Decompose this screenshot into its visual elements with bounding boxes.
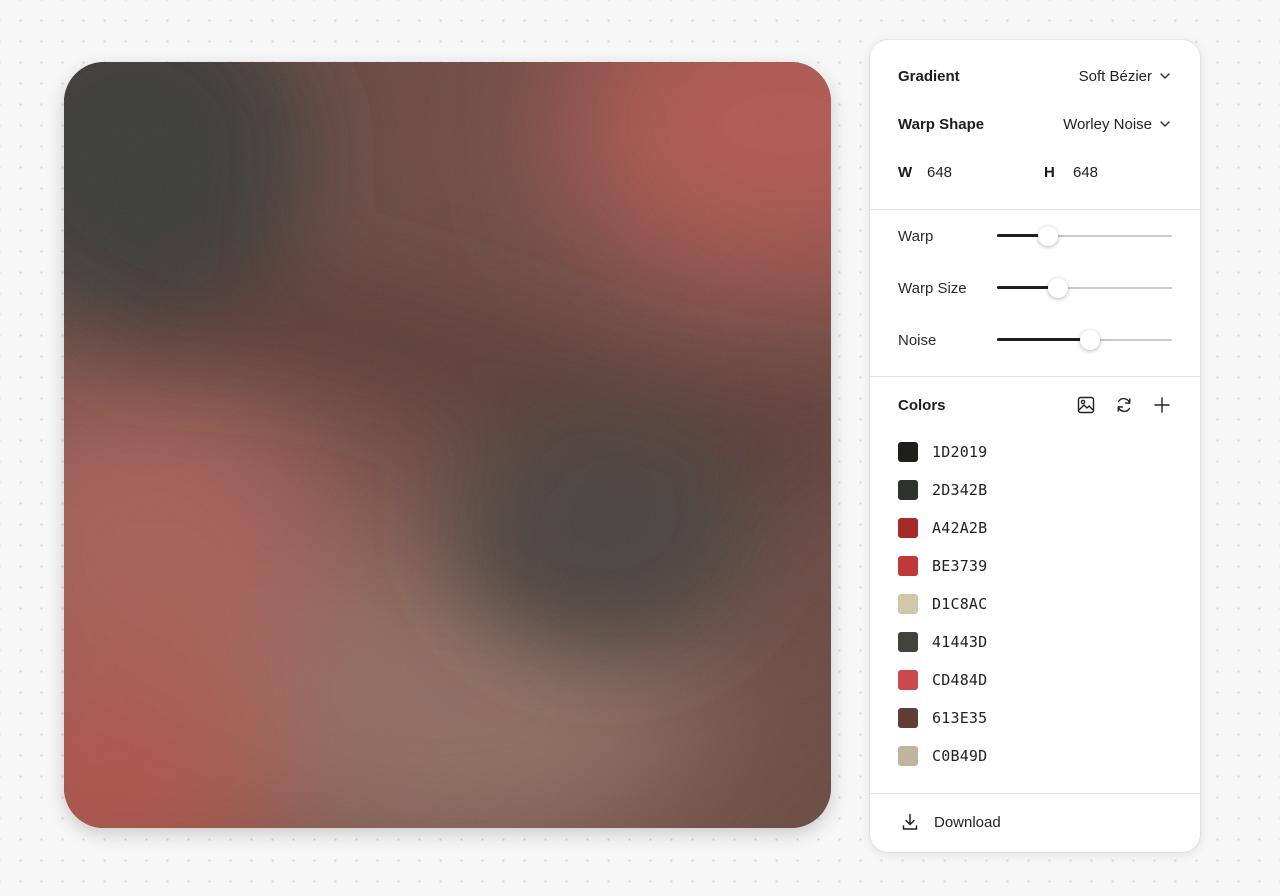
color-hex[interactable]: C0B49D — [932, 747, 987, 765]
color-hex[interactable]: 1D2019 — [932, 443, 987, 461]
width-field: W — [898, 163, 1007, 181]
color-swatch[interactable] — [898, 480, 918, 500]
noise-label: Noise — [898, 331, 937, 349]
color-item[interactable]: D1C8AC — [898, 594, 987, 614]
warp-shape-row: Warp Shape Worley Noise — [898, 114, 1172, 134]
color-swatch[interactable] — [898, 442, 918, 462]
slider-thumb[interactable] — [1079, 330, 1100, 350]
color-item[interactable]: BE3739 — [898, 556, 987, 576]
warp-shape-select[interactable]: Worley Noise — [1063, 116, 1172, 133]
width-input[interactable] — [927, 163, 1007, 181]
color-item[interactable]: 613E35 — [898, 708, 987, 728]
color-hex[interactable]: 613E35 — [932, 709, 987, 727]
height-input[interactable] — [1073, 163, 1153, 181]
warp-size-slider[interactable] — [997, 278, 1172, 298]
color-item[interactable]: C0B49D — [898, 746, 987, 766]
download-button[interactable]: Download — [902, 813, 1001, 831]
refresh-icon[interactable] — [1114, 395, 1134, 415]
warp-size-label: Warp Size — [898, 279, 967, 297]
warp-shape-value: Worley Noise — [1063, 115, 1152, 133]
gradient-preview — [64, 62, 831, 828]
size-row: W H — [898, 161, 1172, 183]
color-hex[interactable]: 2D342B — [932, 481, 987, 499]
color-item[interactable]: 2D342B — [898, 480, 987, 500]
color-swatch[interactable] — [898, 632, 918, 652]
color-hex[interactable]: D1C8AC — [932, 595, 987, 613]
slider-thumb[interactable] — [1048, 278, 1069, 298]
image-icon[interactable] — [1076, 395, 1096, 415]
warp-slider[interactable] — [997, 226, 1172, 246]
divider — [870, 376, 1200, 377]
gradient-row: Gradient Soft Bézier — [898, 66, 1172, 86]
slider-fill — [997, 338, 1090, 341]
color-hex[interactable]: 41443D — [932, 633, 987, 651]
color-item[interactable]: A42A2B — [898, 518, 987, 538]
download-icon — [902, 813, 918, 830]
gradient-artwork — [64, 62, 831, 828]
color-swatch[interactable] — [898, 670, 918, 690]
plus-icon[interactable] — [1152, 395, 1172, 415]
color-hex[interactable]: BE3739 — [932, 557, 987, 575]
warp-shape-label: Warp Shape — [898, 115, 985, 133]
height-label: H — [1044, 163, 1055, 181]
chevron-down-icon — [1160, 121, 1170, 127]
color-hex[interactable]: CD484D — [932, 671, 987, 689]
color-swatch[interactable] — [898, 556, 918, 576]
warp-label: Warp — [898, 227, 934, 245]
colors-title: Colors — [898, 396, 946, 414]
color-swatch[interactable] — [898, 594, 918, 614]
slider-thumb[interactable] — [1037, 226, 1058, 246]
color-item[interactable]: CD484D — [898, 670, 987, 690]
gradient-select[interactable]: Soft Bézier — [1079, 68, 1172, 85]
color-swatch[interactable] — [898, 708, 918, 728]
settings-panel: Gradient Soft Bézier Warp Shape Worley N… — [870, 40, 1200, 852]
color-item[interactable]: 1D2019 — [898, 442, 987, 462]
color-swatch[interactable] — [898, 746, 918, 766]
gradient-label: Gradient — [898, 67, 960, 85]
download-label: Download — [934, 813, 1001, 831]
chevron-down-icon — [1160, 73, 1170, 79]
color-swatch[interactable] — [898, 518, 918, 538]
divider — [870, 793, 1200, 794]
width-label: W — [898, 163, 913, 181]
colors-actions — [1076, 395, 1172, 415]
gradient-value: Soft Bézier — [1078, 67, 1152, 85]
colors-header: Colors — [898, 395, 1172, 415]
noise-slider[interactable] — [997, 330, 1172, 350]
divider — [870, 209, 1200, 210]
color-hex[interactable]: A42A2B — [932, 519, 987, 537]
height-field: H — [1044, 163, 1153, 181]
color-item[interactable]: 41443D — [898, 632, 987, 652]
